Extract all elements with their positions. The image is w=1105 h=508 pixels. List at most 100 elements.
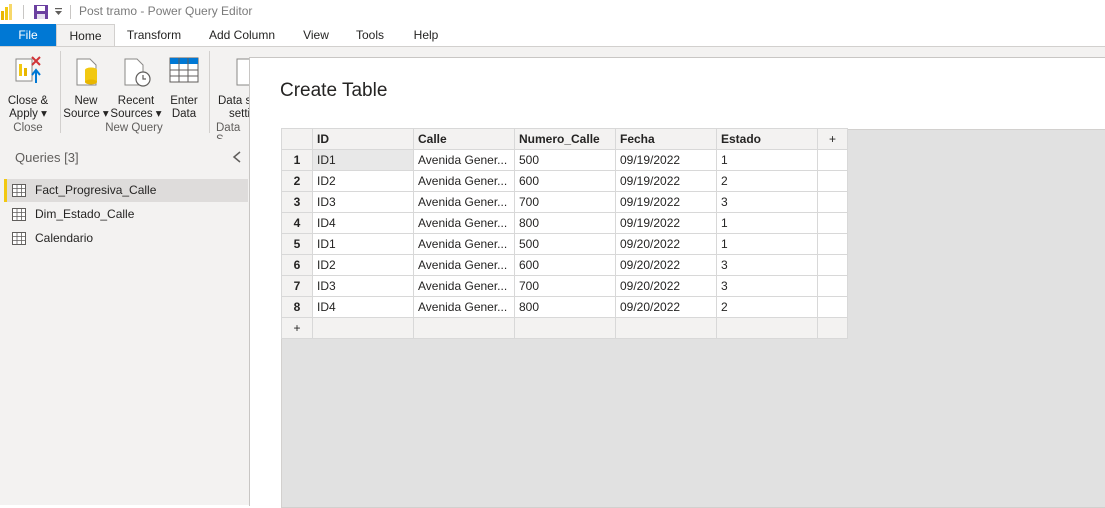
collapse-pane-icon[interactable] [232, 151, 242, 163]
table-cell-empty [817, 170, 848, 192]
add-column-button[interactable]: + [817, 128, 848, 150]
tab-add-column[interactable]: Add Column [202, 24, 282, 46]
query-label: Fact_Progresiva_Calle [35, 183, 157, 197]
enter-data-label-2: Data [171, 108, 197, 120]
table-cell[interactable]: ID4 [312, 212, 414, 234]
table-cell[interactable]: 700 [514, 191, 616, 213]
create-table-dialog: Create Table ID Calle Numero_Calle Fecha… [249, 57, 1105, 508]
table-cell[interactable]: 09/20/2022 [615, 233, 717, 255]
table-cell[interactable]: 500 [514, 149, 616, 171]
table-cell[interactable]: 2 [716, 296, 818, 318]
table-cell[interactable]: 3 [716, 191, 818, 213]
table-cell-empty [817, 191, 848, 213]
table-cell[interactable]: 09/20/2022 [615, 296, 717, 318]
table-cell[interactable]: Avenida Gener... [413, 170, 515, 192]
selection-indicator [4, 179, 7, 202]
table-cell[interactable]: 500 [514, 233, 616, 255]
new-row-cell [716, 317, 818, 339]
group-label-new-query: New Query [105, 122, 163, 134]
table-cell[interactable]: 1 [716, 233, 818, 255]
data-source-settings-icon [236, 58, 249, 86]
power-bi-logo-icon [1, 4, 12, 20]
table-cell[interactable]: 3 [716, 254, 818, 276]
table-cell[interactable]: 800 [514, 212, 616, 234]
tab-tools[interactable]: Tools [348, 24, 392, 46]
table-row: 5 ID1 Avenida Gener... 500 09/20/2022 1 [281, 233, 848, 255]
table-cell[interactable]: 700 [514, 275, 616, 297]
recent-sources-button[interactable]: Recent Sources ▾ [110, 51, 162, 121]
table-cell[interactable]: ID4 [312, 296, 414, 318]
customize-quick-access-icon[interactable] [54, 8, 63, 17]
query-label: Calendario [35, 231, 94, 245]
row-number: 2 [281, 170, 313, 192]
table-cell[interactable]: 09/19/2022 [615, 149, 717, 171]
table-icon [12, 184, 26, 197]
data-entry-table: ID Calle Numero_Calle Fecha Estado + 1 ID… [281, 128, 848, 339]
table-cell[interactable]: 800 [514, 296, 616, 318]
table-cell[interactable]: Avenida Gener... [413, 275, 515, 297]
table-cell[interactable]: 09/20/2022 [615, 254, 717, 276]
table-cell[interactable]: Avenida Gener... [413, 191, 515, 213]
row-number: 6 [281, 254, 313, 276]
new-row-cell [817, 317, 848, 339]
table-row: 1 ID1 Avenida Gener... 500 09/19/2022 1 [281, 149, 848, 171]
recent-sources-label-1: Recent [117, 95, 155, 107]
recent-sources-label-2: Sources ▾ [110, 108, 162, 120]
save-icon[interactable] [33, 4, 49, 20]
table-cell[interactable]: 3 [716, 275, 818, 297]
new-source-label-2: Source ▾ [63, 108, 109, 120]
row-number: 1 [281, 149, 313, 171]
table-cell[interactable]: 09/19/2022 [615, 170, 717, 192]
table-cell-empty [817, 275, 848, 297]
data-source-settings-label-1: Data s [218, 95, 249, 107]
table-cell[interactable]: ID1 [312, 233, 414, 255]
table-cell[interactable]: 09/19/2022 [615, 212, 717, 234]
table-cell[interactable]: 09/20/2022 [615, 275, 717, 297]
table-cell[interactable]: 2 [716, 170, 818, 192]
enter-data-button[interactable]: Enter Data [162, 51, 206, 121]
table-cell[interactable]: 1 [716, 212, 818, 234]
table-cell[interactable]: 600 [514, 170, 616, 192]
tab-transform[interactable]: Transform [118, 24, 190, 46]
table-cell[interactable]: Avenida Gener... [413, 149, 515, 171]
header-row: ID Calle Numero_Calle Fecha Estado + [281, 128, 848, 150]
table-cell[interactable]: Avenida Gener... [413, 296, 515, 318]
table-row: 3 ID3 Avenida Gener... 700 09/19/2022 3 [281, 191, 848, 213]
tab-home[interactable]: Home [56, 24, 115, 46]
tab-help[interactable]: Help [404, 24, 448, 46]
table-cell[interactable]: 09/19/2022 [615, 191, 717, 213]
column-header[interactable]: Calle [413, 128, 515, 150]
table-cell[interactable]: Avenida Gener... [413, 233, 515, 255]
dialog-title: Create Table [280, 80, 388, 101]
tab-file[interactable]: File [0, 24, 56, 46]
database-icon [76, 58, 97, 86]
column-header[interactable]: Fecha [615, 128, 717, 150]
table-cell[interactable]: 600 [514, 254, 616, 276]
table-cell[interactable]: ID3 [312, 275, 414, 297]
query-item-dim-estado-calle[interactable]: Dim_Estado_Calle [4, 203, 248, 226]
table-cell[interactable]: Avenida Gener... [413, 212, 515, 234]
close-apply-button[interactable]: Close & Apply ▾ [2, 51, 54, 121]
row-number: 8 [281, 296, 313, 318]
tab-view[interactable]: View [294, 24, 338, 46]
column-header[interactable]: Estado [716, 128, 818, 150]
add-row-button[interactable]: + [281, 317, 313, 339]
table-row: 7 ID3 Avenida Gener... 700 09/20/2022 3 [281, 275, 848, 297]
corner-cell [281, 128, 313, 150]
query-item-calendario[interactable]: Calendario [4, 227, 248, 250]
window-title: Post tramo - Power Query Editor [79, 4, 253, 18]
query-item-fact-progresiva-calle[interactable]: Fact_Progresiva_Calle [4, 179, 248, 202]
title-bar: Post tramo - Power Query Editor [0, 0, 1105, 24]
table-cell[interactable]: ID2 [312, 254, 414, 276]
table-cell[interactable]: ID2 [312, 170, 414, 192]
table-cell[interactable]: ID3 [312, 191, 414, 213]
new-source-button[interactable]: New Source ▾ [62, 51, 110, 121]
table-cell[interactable]: ID1 [312, 149, 414, 171]
table-cell[interactable]: Avenida Gener... [413, 254, 515, 276]
table-cell[interactable]: 1 [716, 149, 818, 171]
group-label-close: Close [13, 122, 43, 134]
title-divider [70, 5, 71, 19]
column-header[interactable]: ID [312, 128, 414, 150]
data-source-settings-button[interactable]: Data s setti [212, 51, 249, 121]
column-header[interactable]: Numero_Calle [514, 128, 616, 150]
